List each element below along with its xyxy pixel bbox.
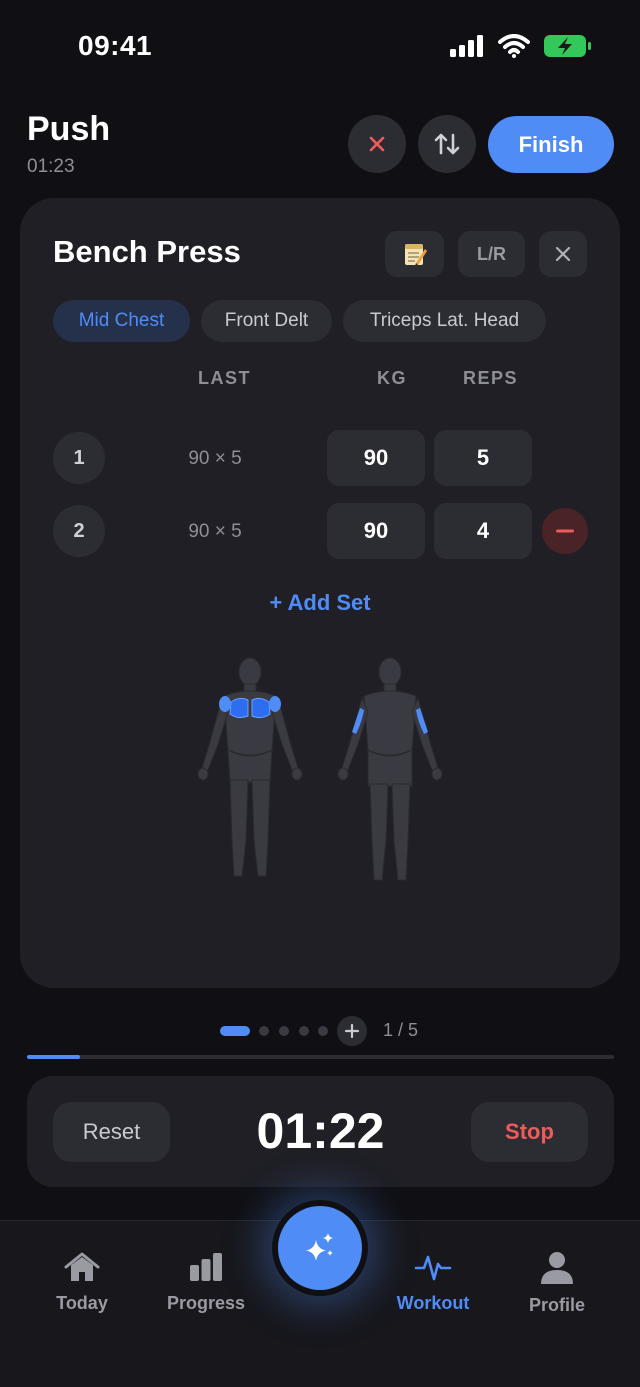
bar-chart-icon (190, 1253, 222, 1281)
discard-workout-button[interactable] (348, 115, 406, 173)
remove-set-button[interactable] (542, 508, 588, 554)
reorder-button[interactable] (418, 115, 476, 173)
column-header-reps: REPS (463, 368, 519, 388)
workout-title: Push (27, 110, 111, 148)
column-header-kg: KG (377, 368, 407, 388)
rest-timer-panel: Reset 01:22 Stop (27, 1076, 614, 1187)
muscle-chip-mid-chest[interactable]: Mid Chest (53, 300, 190, 342)
home-icon (64, 1252, 100, 1281)
person-icon (541, 1252, 573, 1284)
add-exercise-button[interactable] (337, 1016, 367, 1046)
pager-dot[interactable] (279, 1026, 289, 1036)
status-icons (450, 34, 592, 58)
tab-label: Profile (528, 1295, 585, 1315)
close-icon (555, 246, 571, 262)
plus-icon (344, 1023, 360, 1039)
finish-button[interactable]: Finish (488, 116, 614, 173)
stop-timer-button[interactable]: Stop (471, 1102, 588, 1162)
swap-vertical-icon (434, 133, 460, 155)
add-set-button[interactable]: + Add Set (20, 590, 620, 616)
left-right-toggle-button[interactable]: L/R (458, 231, 525, 277)
set-previous: 90 × 5 (188, 448, 242, 469)
tab-workout[interactable]: Workout (373, 1251, 493, 1314)
minus-icon (556, 529, 574, 533)
pager-dot-active[interactable] (220, 1026, 250, 1036)
tab-label: Today (56, 1293, 108, 1313)
workout-progress-bar (27, 1055, 614, 1059)
set-weight-input[interactable]: 90 (327, 430, 425, 486)
muscle-map-illustration (197, 657, 443, 881)
set-previous: 90 × 5 (188, 521, 242, 542)
set-reps-input[interactable]: 4 (434, 503, 532, 559)
tab-today[interactable]: Today (22, 1251, 142, 1314)
pager-dot[interactable] (299, 1026, 309, 1036)
pulse-icon (414, 1255, 452, 1281)
pager-dot[interactable] (318, 1026, 328, 1036)
exercise-card: Bench Press L/R Mid Chest Front Delt Tri… (20, 198, 620, 988)
back-body-figure (337, 657, 443, 881)
status-time: 09:41 (78, 30, 153, 61)
workout-elapsed-time: 01:23 (27, 156, 75, 177)
exercise-name: Bench Press (53, 234, 241, 269)
workout-progress-fill (27, 1055, 80, 1059)
ai-assistant-button[interactable] (278, 1206, 362, 1290)
set-weight-input[interactable]: 90 (327, 503, 425, 559)
column-header-last: LAST (198, 368, 251, 388)
tab-profile[interactable]: Profile (497, 1251, 617, 1316)
tab-label: Progress (166, 1293, 246, 1313)
pager-count: 1 / 5 (383, 1020, 419, 1040)
pager-dot[interactable] (259, 1026, 269, 1036)
tab-label: Workout (396, 1293, 470, 1313)
battery-charging-icon (544, 35, 591, 57)
muscle-chip-triceps-lat-head[interactable]: Triceps Lat. Head (343, 300, 546, 342)
wifi-icon (498, 34, 530, 58)
remove-exercise-button[interactable] (539, 231, 587, 277)
notes-button[interactable] (385, 231, 444, 277)
cellular-signal-icon (450, 35, 483, 57)
ai-assistant-button-ring (272, 1200, 368, 1296)
tab-progress[interactable]: Progress (146, 1251, 266, 1314)
set-number-badge[interactable]: 1 (53, 432, 105, 484)
memo-icon (404, 244, 427, 266)
close-icon (369, 136, 385, 152)
front-body-figure (197, 657, 303, 877)
sparkles-icon (306, 1233, 333, 1261)
set-reps-input[interactable]: 5 (434, 430, 532, 486)
muscle-chip-front-delt[interactable]: Front Delt (201, 300, 332, 342)
set-number-badge[interactable]: 2 (53, 505, 105, 557)
status-bar: 09:41 (0, 0, 640, 96)
exercise-pager: 1 / 5 (0, 1008, 640, 1046)
